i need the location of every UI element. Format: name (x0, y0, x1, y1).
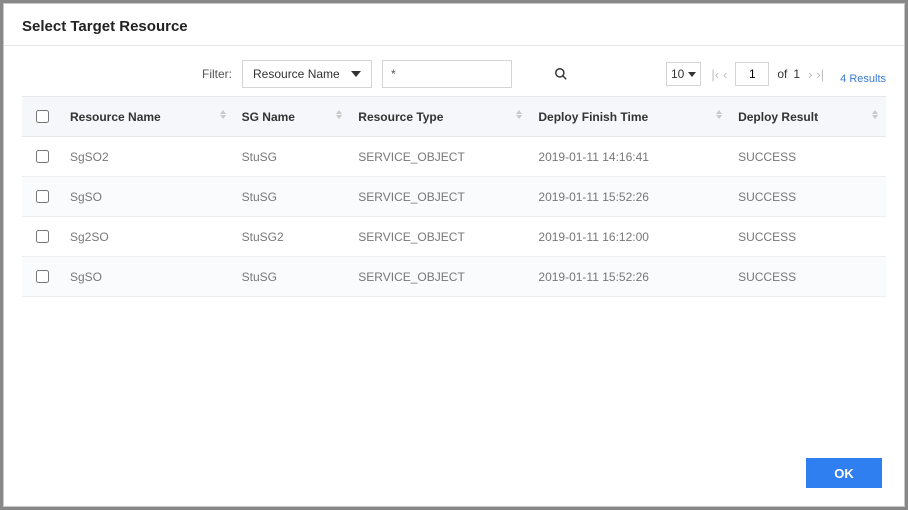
cell-resource-type: SERVICE_OBJECT (350, 217, 530, 257)
pagination: 10 |‹ ‹ of 1 › ›| 4 Results (666, 62, 886, 86)
col-resource-type-label: Resource Type (358, 110, 443, 124)
cell-deploy-result: SUCCESS (730, 257, 886, 297)
select-all-checkbox[interactable] (36, 110, 49, 123)
filter-label: Filter: (202, 67, 232, 81)
modal-footer: OK (4, 444, 904, 506)
filter-search-button[interactable] (554, 67, 568, 81)
col-deploy-finish-time[interactable]: Deploy Finish Time (530, 97, 730, 137)
row-checkbox-cell (22, 217, 62, 257)
prev-page-button[interactable]: ‹ (723, 68, 727, 81)
cell-resource-type: SERVICE_OBJECT (350, 137, 530, 177)
row-checkbox-cell (22, 177, 62, 217)
row-checkbox[interactable] (36, 230, 49, 243)
of-label: of (777, 67, 787, 81)
cell-sg-name: StuSG2 (234, 217, 351, 257)
search-icon (554, 67, 568, 81)
table-row: SgSO2StuSGSERVICE_OBJECT2019-01-11 14:16… (22, 137, 886, 177)
total-pages: 1 (793, 67, 800, 81)
select-target-resource-dialog: Select Target Resource Filter: Resource … (3, 3, 905, 507)
select-all-header (22, 97, 62, 137)
col-sg-name-label: SG Name (242, 110, 295, 124)
controls-row: Filter: Resource Name 10 |‹ (4, 46, 904, 96)
row-checkbox[interactable] (36, 190, 49, 203)
cell-resource-name: Sg2SO (62, 217, 234, 257)
modal-title: Select Target Resource (22, 18, 886, 35)
current-page-input[interactable] (735, 62, 769, 86)
col-resource-name-label: Resource Name (70, 110, 161, 124)
row-checkbox-cell (22, 257, 62, 297)
row-checkbox-cell (22, 137, 62, 177)
filter-search-input[interactable] (383, 61, 554, 87)
cell-deploy-finish-time: 2019-01-11 15:52:26 (530, 257, 730, 297)
sort-icon (872, 110, 878, 119)
cell-deploy-finish-time: 2019-01-11 14:16:41 (530, 137, 730, 177)
cell-resource-name: SgSO (62, 177, 234, 217)
cell-resource-name: SgSO (62, 257, 234, 297)
caret-down-icon (351, 71, 361, 77)
next-page-button[interactable]: › (808, 68, 812, 81)
cell-resource-type: SERVICE_OBJECT (350, 177, 530, 217)
cell-resource-type: SERVICE_OBJECT (350, 257, 530, 297)
results-count: 4 Results (840, 73, 886, 86)
page-size-select[interactable]: 10 (666, 62, 701, 86)
page-size-value: 10 (671, 67, 684, 81)
last-page-button[interactable]: ›| (816, 68, 824, 81)
cell-resource-name: SgSO2 (62, 137, 234, 177)
filter-field-select[interactable]: Resource Name (242, 60, 372, 88)
caret-down-icon (688, 72, 696, 77)
ok-button[interactable]: OK (806, 458, 882, 488)
col-deploy-result-label: Deploy Result (738, 110, 818, 124)
first-page-button[interactable]: |‹ (711, 68, 719, 81)
cell-sg-name: StuSG (234, 177, 351, 217)
modal-header: Select Target Resource (4, 4, 904, 46)
cell-deploy-finish-time: 2019-01-11 15:52:26 (530, 177, 730, 217)
filter-selected-value: Resource Name (253, 67, 340, 81)
col-deploy-result[interactable]: Deploy Result (730, 97, 886, 137)
cell-sg-name: StuSG (234, 257, 351, 297)
cell-sg-name: StuSG (234, 137, 351, 177)
col-resource-name[interactable]: Resource Name (62, 97, 234, 137)
table-row: SgSOStuSGSERVICE_OBJECT2019-01-11 15:52:… (22, 257, 886, 297)
resource-table: Resource Name SG Name Resource Type Depl… (22, 96, 886, 297)
sort-icon (336, 110, 342, 119)
table-row: Sg2SOStuSG2SERVICE_OBJECT2019-01-11 16:1… (22, 217, 886, 257)
resource-table-wrapper: Resource Name SG Name Resource Type Depl… (4, 96, 904, 444)
cell-deploy-result: SUCCESS (730, 137, 886, 177)
sort-icon (220, 110, 226, 119)
row-checkbox[interactable] (36, 150, 49, 163)
col-sg-name[interactable]: SG Name (234, 97, 351, 137)
col-resource-type[interactable]: Resource Type (350, 97, 530, 137)
cell-deploy-finish-time: 2019-01-11 16:12:00 (530, 217, 730, 257)
sort-icon (516, 110, 522, 119)
cell-deploy-result: SUCCESS (730, 177, 886, 217)
sort-icon (716, 110, 722, 119)
cell-deploy-result: SUCCESS (730, 217, 886, 257)
row-checkbox[interactable] (36, 270, 49, 283)
pager-nav: |‹ ‹ of 1 › ›| (711, 62, 824, 86)
filter-search-box (382, 60, 512, 88)
table-row: SgSOStuSGSERVICE_OBJECT2019-01-11 15:52:… (22, 177, 886, 217)
col-deploy-finish-time-label: Deploy Finish Time (538, 110, 648, 124)
